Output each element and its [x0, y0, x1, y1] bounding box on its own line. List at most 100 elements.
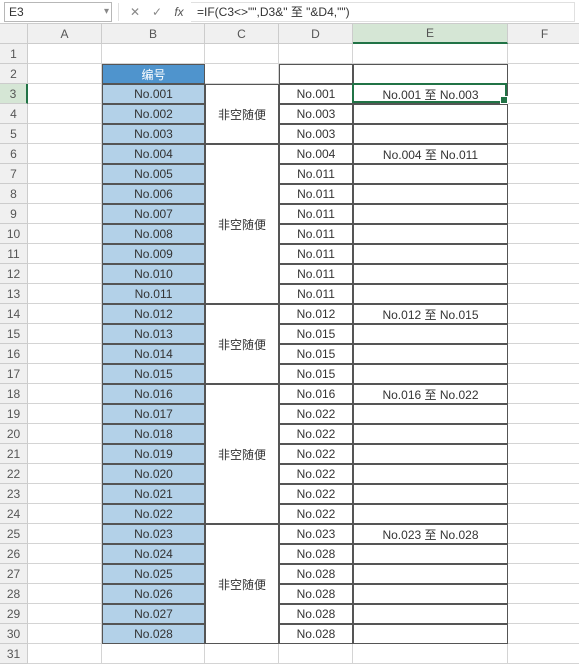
cell-F20[interactable] [508, 424, 579, 444]
cell-A5[interactable] [28, 124, 102, 144]
cell-D25[interactable]: No.023 [279, 524, 353, 544]
cell-E12[interactable] [353, 264, 508, 284]
cell-B6[interactable]: No.004 [102, 144, 205, 164]
cell-B12[interactable]: No.010 [102, 264, 205, 284]
cell-B26[interactable]: No.024 [102, 544, 205, 564]
cell-B21[interactable]: No.019 [102, 444, 205, 464]
row-header-16[interactable]: 16 [0, 344, 28, 364]
cell-F1[interactable] [508, 44, 579, 64]
cell-F25[interactable] [508, 524, 579, 544]
cell-B30[interactable]: No.028 [102, 624, 205, 644]
row-header-28[interactable]: 28 [0, 584, 28, 604]
cell-A25[interactable] [28, 524, 102, 544]
row-header-2[interactable]: 2 [0, 64, 28, 84]
cell-E2[interactable] [353, 64, 508, 84]
cell-D31[interactable] [279, 644, 353, 664]
cell-D7[interactable]: No.011 [279, 164, 353, 184]
cell-C2[interactable] [205, 64, 279, 84]
cell-B22[interactable]: No.020 [102, 464, 205, 484]
cell-D1[interactable] [279, 44, 353, 64]
cell-F10[interactable] [508, 224, 579, 244]
cell-D16[interactable]: No.015 [279, 344, 353, 364]
cell-E23[interactable] [353, 484, 508, 504]
cell-A17[interactable] [28, 364, 102, 384]
cell-A28[interactable] [28, 584, 102, 604]
row-header-6[interactable]: 6 [0, 144, 28, 164]
cell-B20[interactable]: No.018 [102, 424, 205, 444]
cell-B11[interactable]: No.009 [102, 244, 205, 264]
cell-B5[interactable]: No.003 [102, 124, 205, 144]
cell-F16[interactable] [508, 344, 579, 364]
cell-D30[interactable]: No.028 [279, 624, 353, 644]
row-header-26[interactable]: 26 [0, 544, 28, 564]
merged-cell-C18-C24[interactable]: 非空随便 [205, 384, 279, 524]
cell-A18[interactable] [28, 384, 102, 404]
cancel-icon[interactable]: ✕ [125, 3, 145, 21]
row-header-23[interactable]: 23 [0, 484, 28, 504]
select-all-corner[interactable] [0, 24, 28, 44]
cell-D17[interactable]: No.015 [279, 364, 353, 384]
row-header-11[interactable]: 11 [0, 244, 28, 264]
cell-A6[interactable] [28, 144, 102, 164]
cell-F9[interactable] [508, 204, 579, 224]
cell-B13[interactable]: No.011 [102, 284, 205, 304]
cell-F2[interactable] [508, 64, 579, 84]
cell-A20[interactable] [28, 424, 102, 444]
cell-E21[interactable] [353, 444, 508, 464]
cell-A29[interactable] [28, 604, 102, 624]
cell-E14[interactable]: No.012 至 No.015 [353, 304, 508, 324]
cell-D11[interactable]: No.011 [279, 244, 353, 264]
cell-E9[interactable] [353, 204, 508, 224]
cell-A23[interactable] [28, 484, 102, 504]
row-header-20[interactable]: 20 [0, 424, 28, 444]
cell-F14[interactable] [508, 304, 579, 324]
cell-F26[interactable] [508, 544, 579, 564]
cell-E16[interactable] [353, 344, 508, 364]
cell-E26[interactable] [353, 544, 508, 564]
col-header-A[interactable]: A [28, 24, 102, 44]
cell-B16[interactable]: No.014 [102, 344, 205, 364]
cell-D23[interactable]: No.022 [279, 484, 353, 504]
col-header-F[interactable]: F [508, 24, 579, 44]
cell-B17[interactable]: No.015 [102, 364, 205, 384]
row-header-17[interactable]: 17 [0, 364, 28, 384]
cell-E24[interactable] [353, 504, 508, 524]
cell-F19[interactable] [508, 404, 579, 424]
dropdown-icon[interactable]: ▾ [104, 6, 109, 17]
cell-A3[interactable] [28, 84, 102, 104]
cell-D13[interactable]: No.011 [279, 284, 353, 304]
col-header-B[interactable]: B [102, 24, 205, 44]
cell-E6[interactable]: No.004 至 No.011 [353, 144, 508, 164]
cell-A4[interactable] [28, 104, 102, 124]
cell-B18[interactable]: No.016 [102, 384, 205, 404]
cell-E30[interactable] [353, 624, 508, 644]
cell-F22[interactable] [508, 464, 579, 484]
cell-E13[interactable] [353, 284, 508, 304]
cell-F7[interactable] [508, 164, 579, 184]
row-header-30[interactable]: 30 [0, 624, 28, 644]
cell-D4[interactable]: No.003 [279, 104, 353, 124]
cell-E7[interactable] [353, 164, 508, 184]
cell-E1[interactable] [353, 44, 508, 64]
cell-D18[interactable]: No.016 [279, 384, 353, 404]
cell-D2[interactable] [279, 64, 353, 84]
cell-B28[interactable]: No.026 [102, 584, 205, 604]
cell-D15[interactable]: No.015 [279, 324, 353, 344]
cell-D22[interactable]: No.022 [279, 464, 353, 484]
cell-D29[interactable]: No.028 [279, 604, 353, 624]
cell-F5[interactable] [508, 124, 579, 144]
cell-A13[interactable] [28, 284, 102, 304]
cell-E5[interactable] [353, 124, 508, 144]
cell-E28[interactable] [353, 584, 508, 604]
row-header-12[interactable]: 12 [0, 264, 28, 284]
cell-B14[interactable]: No.012 [102, 304, 205, 324]
cell-B15[interactable]: No.013 [102, 324, 205, 344]
cell-B24[interactable]: No.022 [102, 504, 205, 524]
cell-B4[interactable]: No.002 [102, 104, 205, 124]
cell-B8[interactable]: No.006 [102, 184, 205, 204]
cell-F23[interactable] [508, 484, 579, 504]
cell-E31[interactable] [353, 644, 508, 664]
cell-E27[interactable] [353, 564, 508, 584]
cell-D19[interactable]: No.022 [279, 404, 353, 424]
row-header-13[interactable]: 13 [0, 284, 28, 304]
